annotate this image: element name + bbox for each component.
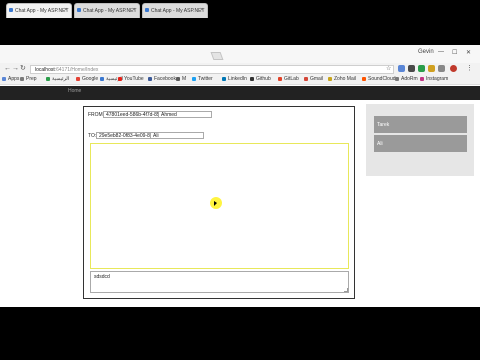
bookmark-item[interactable]: الرئيسية xyxy=(46,76,69,82)
close-window-icon[interactable]: ✕ xyxy=(466,49,471,56)
bookmark-favicon-icon xyxy=(250,77,254,81)
bookmark-favicon-icon xyxy=(76,77,80,81)
bookmark-star-icon[interactable]: ☆ xyxy=(386,65,391,73)
extension-icon[interactable] xyxy=(408,65,415,72)
bookmark-item[interactable]: Apps xyxy=(2,76,19,82)
bookmark-favicon-icon xyxy=(362,77,366,81)
bookmark-item[interactable]: Zoho Mail xyxy=(328,76,356,82)
from-label: FROM: xyxy=(88,112,105,118)
bookmark-favicon-icon xyxy=(328,77,332,81)
tab-chat-app-2[interactable]: Chat App - My ASP.NET ✕ xyxy=(74,3,140,18)
tab-chat-app-3[interactable]: Chat App - My ASP.NET ✕ xyxy=(142,3,208,18)
close-tab-icon[interactable]: ✕ xyxy=(132,7,136,13)
bookmark-item[interactable]: Google xyxy=(76,76,98,82)
reload-icon[interactable]: ↻ xyxy=(20,65,26,73)
tab-chat-app-1[interactable]: Chat App - My ASP.NET ✕ xyxy=(6,3,72,18)
bookmark-favicon-icon xyxy=(100,77,104,81)
bookmark-item[interactable]: M xyxy=(176,76,186,82)
close-tab-icon[interactable]: ✕ xyxy=(200,7,204,13)
bookmark-favicon-icon xyxy=(2,77,6,81)
bookmark-item[interactable]: Facebook xyxy=(148,76,176,82)
bookmark-item[interactable]: GitLab xyxy=(278,76,299,82)
bookmark-favicon-icon xyxy=(395,77,399,81)
extension-icon[interactable] xyxy=(450,65,457,72)
bookmark-item[interactable]: Github xyxy=(250,76,271,82)
bookmark-favicon-icon xyxy=(192,77,196,81)
bookmark-favicon-icon xyxy=(222,77,226,81)
bookmark-item[interactable]: LinkedIn xyxy=(222,76,247,82)
bookmark-item[interactable]: Instagram xyxy=(420,76,448,82)
maximize-icon[interactable]: ☐ xyxy=(452,49,457,56)
page-favicon-icon xyxy=(145,8,149,12)
bookmark-item[interactable]: Gmail xyxy=(304,76,323,82)
extension-icon[interactable] xyxy=(428,65,435,72)
back-icon[interactable]: ← xyxy=(4,65,11,73)
page-favicon-icon xyxy=(9,8,13,12)
textarea-resize-handle[interactable] xyxy=(344,288,348,292)
nav-link-home[interactable]: Home xyxy=(68,88,81,94)
bookmark-item[interactable]: SoundCloud xyxy=(362,76,396,82)
menu-icon[interactable]: ⋮ xyxy=(466,65,473,73)
bookmark-favicon-icon xyxy=(176,77,180,81)
extension-icon[interactable] xyxy=(438,65,445,72)
bookmark-item[interactable]: Prep xyxy=(20,76,37,82)
bookmark-favicon-icon xyxy=(148,77,152,81)
tab-strip xyxy=(0,45,480,63)
bookmark-favicon-icon xyxy=(20,77,24,81)
profile-name[interactable]: Gevin xyxy=(418,49,434,55)
to-label: TO: xyxy=(88,133,97,139)
mouse-pointer-icon xyxy=(214,201,217,206)
bookmark-favicon-icon xyxy=(46,77,50,81)
contact-tarek[interactable]: Tarek xyxy=(374,116,467,133)
page-favicon-icon xyxy=(77,8,81,12)
bookmark-favicon-icon xyxy=(118,77,122,81)
bookmark-favicon-icon xyxy=(278,77,282,81)
bookmark-item[interactable]: YouTube xyxy=(118,76,144,82)
bookmark-item[interactable]: AdoRm xyxy=(395,76,418,82)
from-name-field[interactable]: Ahmed xyxy=(158,111,212,118)
to-id-field[interactable]: 29e5eb82-0f83-4e09-8647 xyxy=(96,132,151,139)
bookmark-favicon-icon xyxy=(420,77,424,81)
contact-ali[interactable]: Ali xyxy=(374,135,467,152)
message-input[interactable]: sdsdcd xyxy=(90,271,349,293)
from-id-field[interactable]: 47801eed-586b-4f7d-8545 xyxy=(103,111,159,118)
address-bar[interactable]: localhost:64171/Home/Index xyxy=(30,65,394,74)
minimize-icon[interactable]: — xyxy=(438,49,444,55)
extension-icon[interactable] xyxy=(398,65,405,72)
extension-icon[interactable] xyxy=(418,65,425,72)
bookmark-favicon-icon xyxy=(304,77,308,81)
bookmark-item[interactable]: Twitter xyxy=(192,76,213,82)
close-tab-icon[interactable]: ✕ xyxy=(64,7,68,13)
forward-icon[interactable]: → xyxy=(12,65,19,73)
to-name-field[interactable]: Ali xyxy=(150,132,204,139)
